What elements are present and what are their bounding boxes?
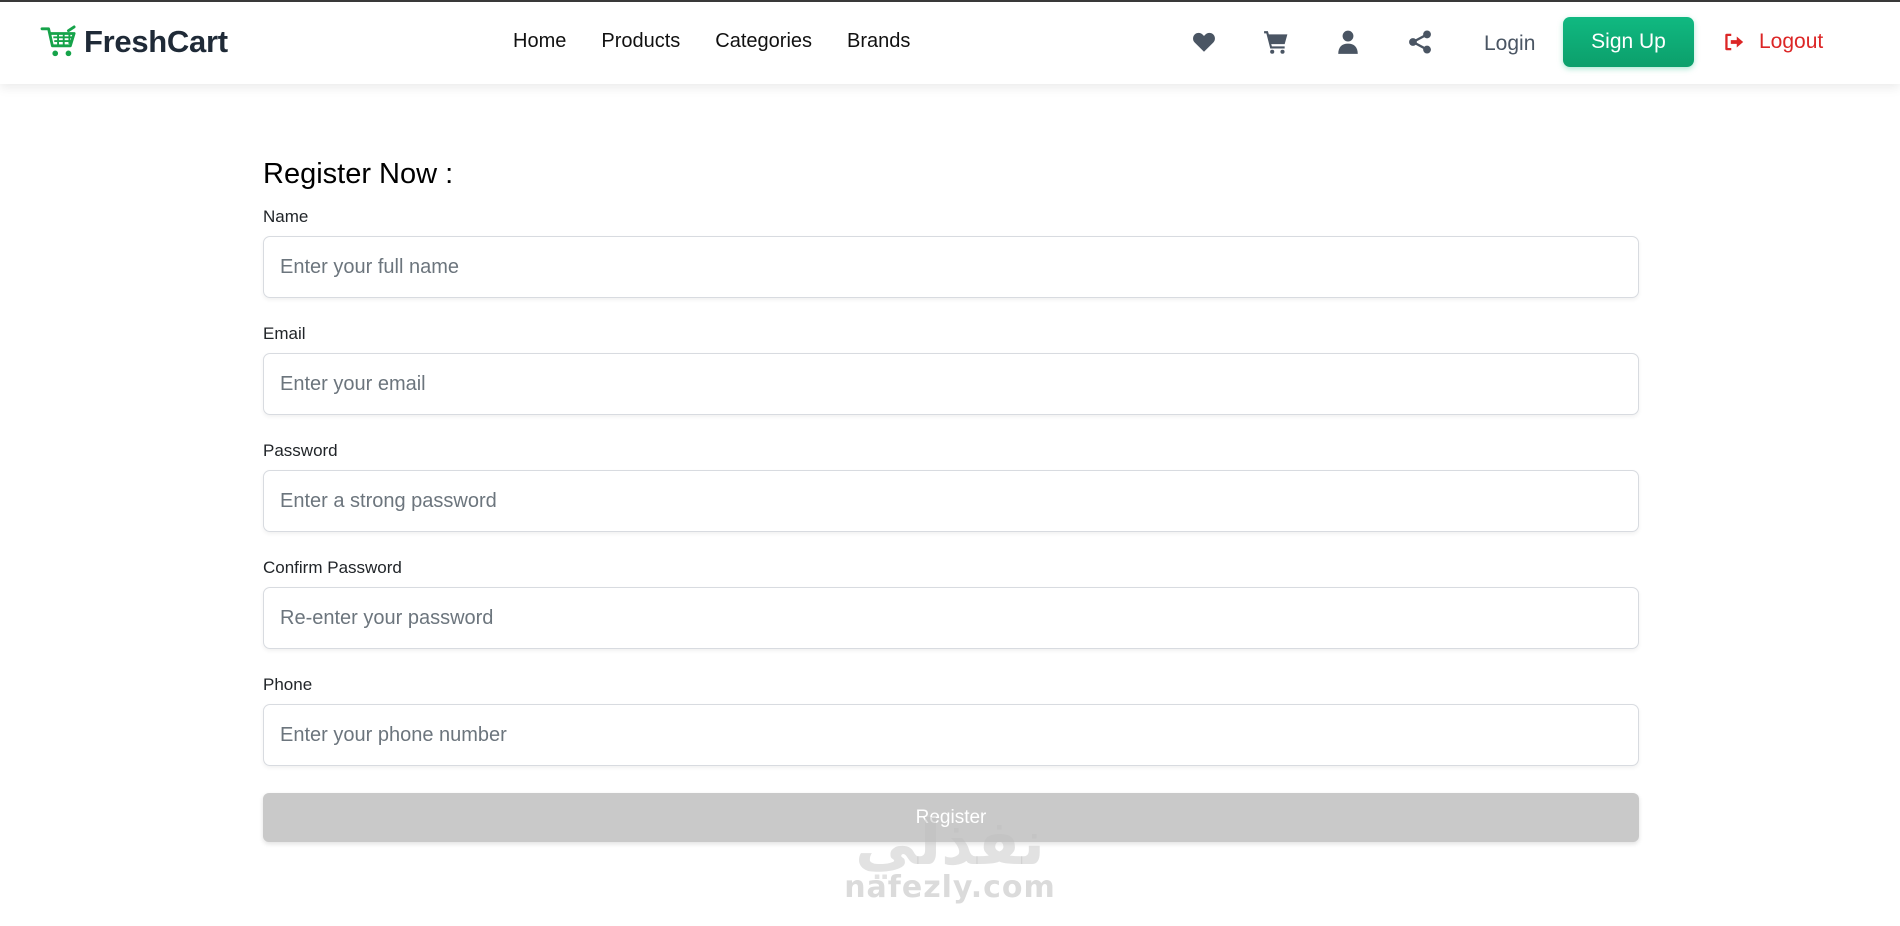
name-input[interactable] [263,236,1639,298]
logout-icon [1725,33,1744,51]
register-button[interactable]: Register [263,793,1639,842]
share-icon [1409,30,1431,54]
nav-link-brands[interactable]: Brands [847,30,910,53]
phone-label: Phone [263,675,313,694]
wishlist-button[interactable] [1190,28,1218,56]
cart-icon [1264,31,1288,54]
watermark-site: nafezly.com [844,870,1056,905]
password-label: Password [263,441,338,460]
brand-name: FreshCart [84,24,228,59]
email-input[interactable] [263,353,1639,415]
nav-link-products[interactable]: Products [601,30,680,53]
name-field-group: Name [263,207,1639,298]
password-field-group: Password [263,441,1639,532]
confirm-password-label: Confirm Password [263,558,402,577]
share-button[interactable] [1406,28,1434,56]
phone-field-group: Phone [263,675,1639,766]
nav-link-home[interactable]: Home [513,30,566,53]
cart-button[interactable] [1262,28,1290,56]
logout-link[interactable]: Logout [1723,30,1823,54]
email-field-group: Email [263,324,1639,415]
phone-input[interactable] [263,704,1639,766]
page-title: Register Now : [263,158,454,190]
nav-link-categories[interactable]: Categories [715,30,812,53]
brand-logo-link[interactable]: FreshCart [40,24,228,60]
logout-label: Logout [1759,30,1824,53]
confirm-password-input[interactable] [263,587,1639,649]
confirm-password-field-group: Confirm Password [263,558,1639,649]
password-input[interactable] [263,470,1639,532]
login-link[interactable]: Login [1484,32,1535,56]
email-label: Email [263,324,306,343]
signup-button[interactable]: Sign Up [1563,17,1694,67]
account-button[interactable] [1334,28,1362,56]
register-form: Register Now : Name Email Password Confi… [263,158,1639,792]
main-nav: Home Products Categories Brands [513,30,910,53]
nav-icon-group [1190,28,1434,56]
heart-icon [1193,32,1215,52]
cart-icon [40,25,76,57]
name-label: Name [263,207,309,226]
user-icon [1338,30,1358,54]
navbar: FreshCart Home Products Categories Brand… [0,2,1900,84]
